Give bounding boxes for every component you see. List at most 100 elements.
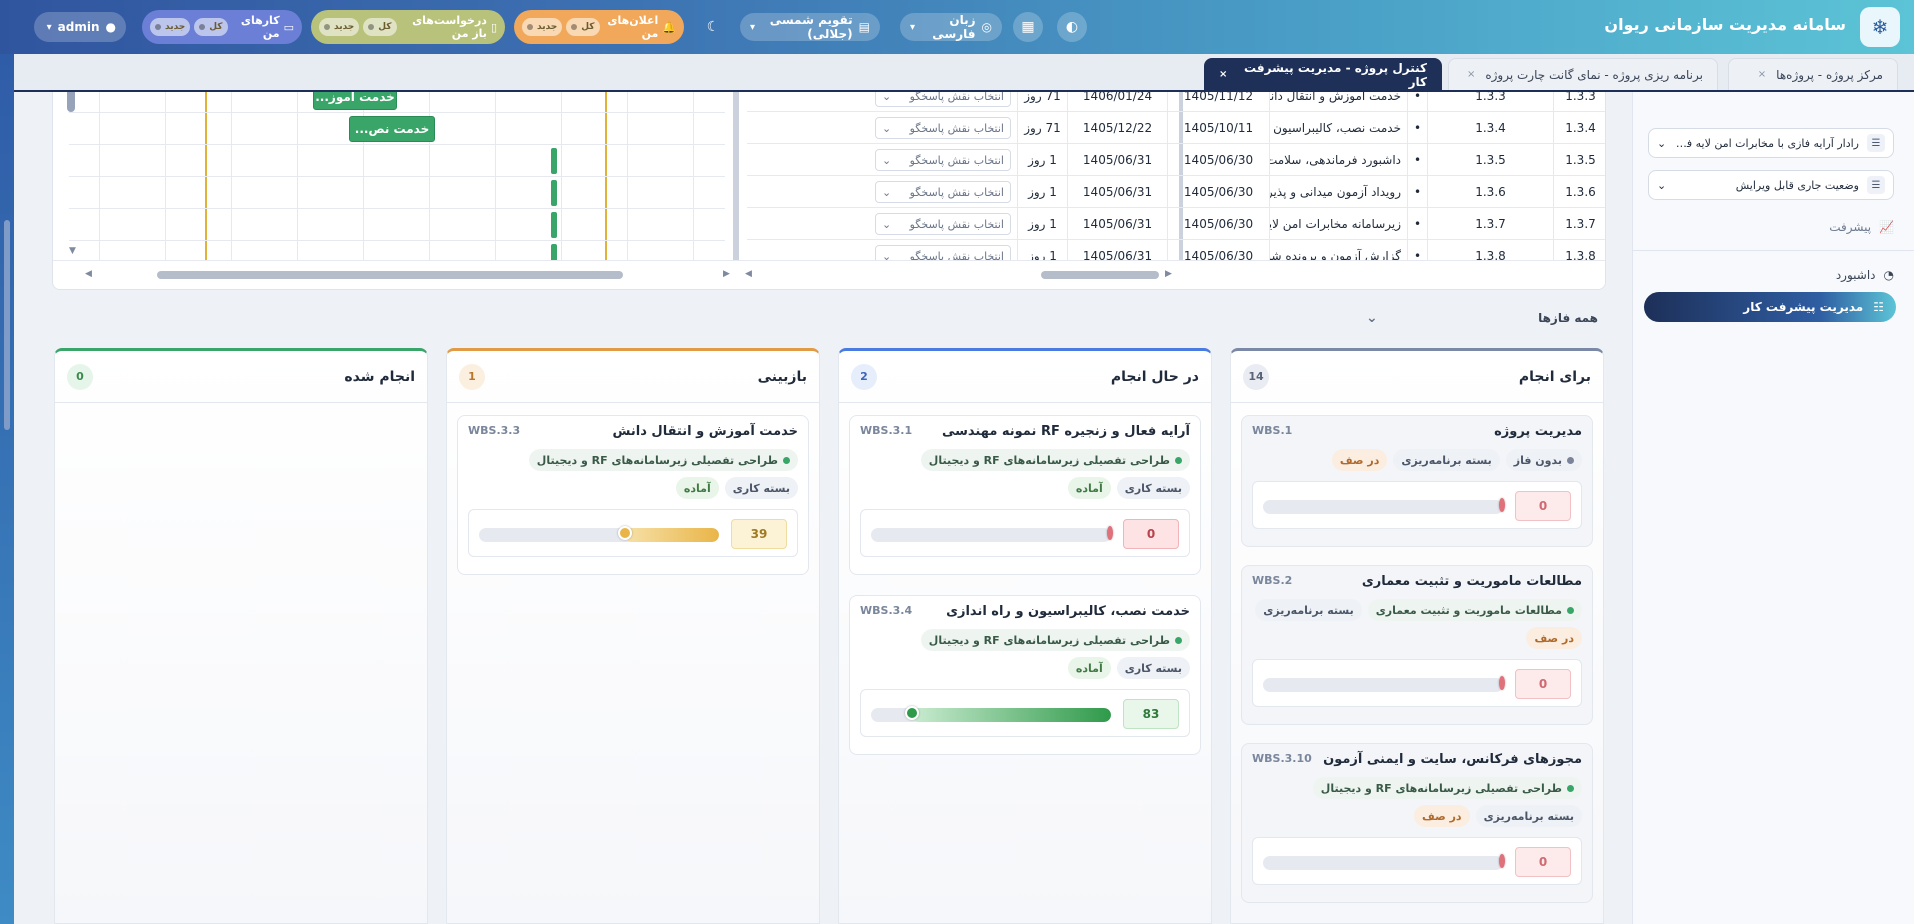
scroll-left-arrow-icon[interactable]: ◀ [745,269,752,279]
status-tag: در صف [1331,449,1388,471]
close-icon[interactable]: × [1758,69,1766,80]
scroll-down-arrow-icon[interactable]: ▼ [69,246,76,256]
progress-knob[interactable] [1499,498,1505,512]
row-number: 1.3.5 [1553,144,1605,176]
scroll-left-arrow-icon[interactable]: ◀ [85,269,92,279]
progress-control[interactable]: 83 [860,689,1190,737]
palette-icon[interactable]: ◐ [1057,12,1087,42]
milestone-bar[interactable] [551,148,557,174]
task-card[interactable]: مطالعات ماموریت و تثبیت معماری WBS.2 مطال… [1241,565,1593,725]
task-card[interactable]: مجوزهای فرکانس، سایت و ایمنی آزمون WBS.3.… [1241,743,1593,903]
scroll-right-arrow-icon[interactable]: ▶ [723,269,730,279]
tab-work-progress[interactable]: کنترل پروژه - مدیریت پیشرفت کار × [1204,58,1442,90]
progress-value[interactable]: 0 [1123,519,1179,549]
progress-value[interactable]: 0 [1515,847,1571,877]
scroll-right-arrow-icon[interactable]: ▶ [1165,269,1172,279]
column-header: در حال انجام 2 [839,351,1211,403]
milestone-bar[interactable] [551,212,557,238]
task-card[interactable]: مدیریت پروژه WBS.1 بدون فاز بسته برنامه‌ر… [1241,415,1593,547]
progress-knob[interactable] [1499,676,1505,690]
milestone-bar[interactable] [551,180,557,206]
table-row[interactable]: 1.3.3 1.3.3 • خدمت آموزش و انتقال دانش 1… [747,92,1605,112]
close-icon[interactable]: × [1219,69,1227,80]
task-card[interactable]: آرایه فعال و زنجیره RF نمونه مهندسی WBS.3… [849,415,1201,575]
sidebar-item-work-progress[interactable]: ☷ مدیریت پیشرفت کار [1644,292,1896,322]
role-select[interactable]: انتخاب نقش پاسخگو ⌄ [875,181,1011,203]
task-card[interactable]: خدمت نصب، کالیبراسیون و راه اندازی WBS.3.… [849,595,1201,755]
sidebar-item-progress[interactable]: 📈 پیشرفت [1829,220,1894,234]
column-count: 0 [67,363,93,390]
calendar-selector[interactable]: ▤ تقویم شمسی (جلالی) ▾ [740,13,880,41]
progress-control[interactable]: 0 [1252,837,1582,885]
chevron-down-icon: ▾ [910,21,916,33]
progress-value[interactable]: 39 [731,519,787,549]
my-notifications-button[interactable]: 🔔 اعلان‌های من کل جدید [514,10,684,44]
status-select[interactable]: ☰ وضعیت جاری قابل ویرایش ⌄ [1648,170,1894,200]
tab-bar: مرکز پروژه - پروژه‌ها × برنامه ریزی پروژ… [14,54,1914,92]
tab-project-center[interactable]: مرکز پروژه - پروژه‌ها × [1728,58,1898,90]
progress-track[interactable] [871,528,1111,542]
table-row[interactable]: 1.3.5 1.3.5 • داشبورد فرماندهی، سلامت 14… [747,144,1605,176]
table-row[interactable]: 1.3.4 1.3.4 • خدمت نصب، کالیبراسیون و را… [747,112,1605,144]
row-line [69,176,725,177]
progress-control[interactable]: 39 [468,509,798,557]
sidebar-item-dashboard[interactable]: ◔ داشبورد [1836,268,1894,282]
progress-value[interactable]: 0 [1515,669,1571,699]
progress-knob[interactable] [904,706,919,720]
table-row[interactable]: 1.3.7 1.3.7 • زیرسامانه مخابرات امن لایه… [747,208,1605,240]
theme-toggle-icon[interactable]: ☾ [698,12,728,42]
type-tag: بسته کاری [1116,657,1190,679]
table-hscroll-thumb[interactable] [1041,271,1159,279]
wbs-code: WBS.1 [1252,424,1293,437]
project-select[interactable]: ☰ رادار آرایه فازی با مخابرات امن لایه ف… [1648,128,1894,158]
language-selector[interactable]: ◎ زبان فارسی ▾ [900,13,1002,41]
app-logo-icon[interactable]: ❄ [1860,7,1900,47]
type-tag: بسته کاری [1116,477,1190,499]
role-select[interactable]: انتخاب نقش پاسخگو ⌄ [875,117,1011,139]
wbs-code: WBS.3.10 [1252,752,1312,765]
progress-track[interactable] [1263,856,1503,870]
role-select[interactable]: انتخاب نقش پاسخگو ⌄ [875,149,1011,171]
status-tag: آماده [675,477,719,499]
progress-track[interactable] [1263,678,1503,692]
tab-gantt[interactable]: برنامه ریزی پروژه - نمای گانت چارت پروژه… [1448,58,1718,90]
progress-control[interactable]: 0 [1252,481,1582,529]
user-menu[interactable]: ● admin ▾ [34,12,126,42]
globe-icon: ◎ [981,20,992,34]
building-icon[interactable]: ▦ [1013,12,1043,42]
table-row[interactable]: 1.3.6 1.3.6 • رویداد آزمون میدانی و پذیر… [747,176,1605,208]
progress-value[interactable]: 0 [1515,491,1571,521]
phase-tag: مطالعات ماموریت و تثبیت معماری [1367,599,1582,621]
sidebar-item-label: مدیریت پیشرفت کار [1743,300,1864,314]
grid-line [495,92,496,262]
role-select-label: انتخاب نقش پاسخگو [909,153,1004,167]
close-icon[interactable]: × [1467,69,1475,80]
chart-hscroll-thumb[interactable] [157,271,623,279]
scrollbar-area: ◀ ▶ ◀ ▶ [53,260,1605,289]
progress-value[interactable]: 83 [1123,699,1179,729]
progress-control[interactable]: 0 [1252,659,1582,707]
gantt-bar[interactable]: خدمت آموز... [313,92,397,110]
end-date: 1405/06/31 [1067,176,1167,208]
progress-knob[interactable] [1107,526,1113,540]
progress-knob[interactable] [1499,854,1505,868]
left-scrollbar[interactable] [0,54,14,924]
duration: 1 روز [1017,208,1067,240]
progress-control[interactable]: 0 [860,509,1190,557]
scroll-thumb[interactable] [4,220,10,430]
gantt-bar[interactable]: خدمت نص... [349,116,435,142]
chart-scroll-thumb[interactable] [67,92,75,112]
tasks-new-count: جدید [150,18,191,36]
open-requests-button[interactable]: ▯ درخواست‌های باز من کل جدید [311,10,505,44]
task-name: خدمت آموزش و انتقال دانش [1269,92,1407,112]
row-number: 1.3.3 [1553,92,1605,112]
role-select[interactable]: انتخاب نقش پاسخگو ⌄ [875,92,1011,107]
type-tag: بسته کاری [724,477,798,499]
splitter[interactable] [733,92,739,262]
my-tasks-button[interactable]: ▭ کارهای من کل جدید [142,10,302,44]
phase-filter[interactable]: همه فازها ⌄ [1366,306,1598,330]
progress-track[interactable] [1263,500,1503,514]
task-card[interactable]: خدمت آموزش و انتقال دانش WBS.3.3 طراحی تف… [457,415,809,575]
role-select[interactable]: انتخاب نقش پاسخگو ⌄ [875,213,1011,235]
progress-track[interactable] [479,528,719,542]
